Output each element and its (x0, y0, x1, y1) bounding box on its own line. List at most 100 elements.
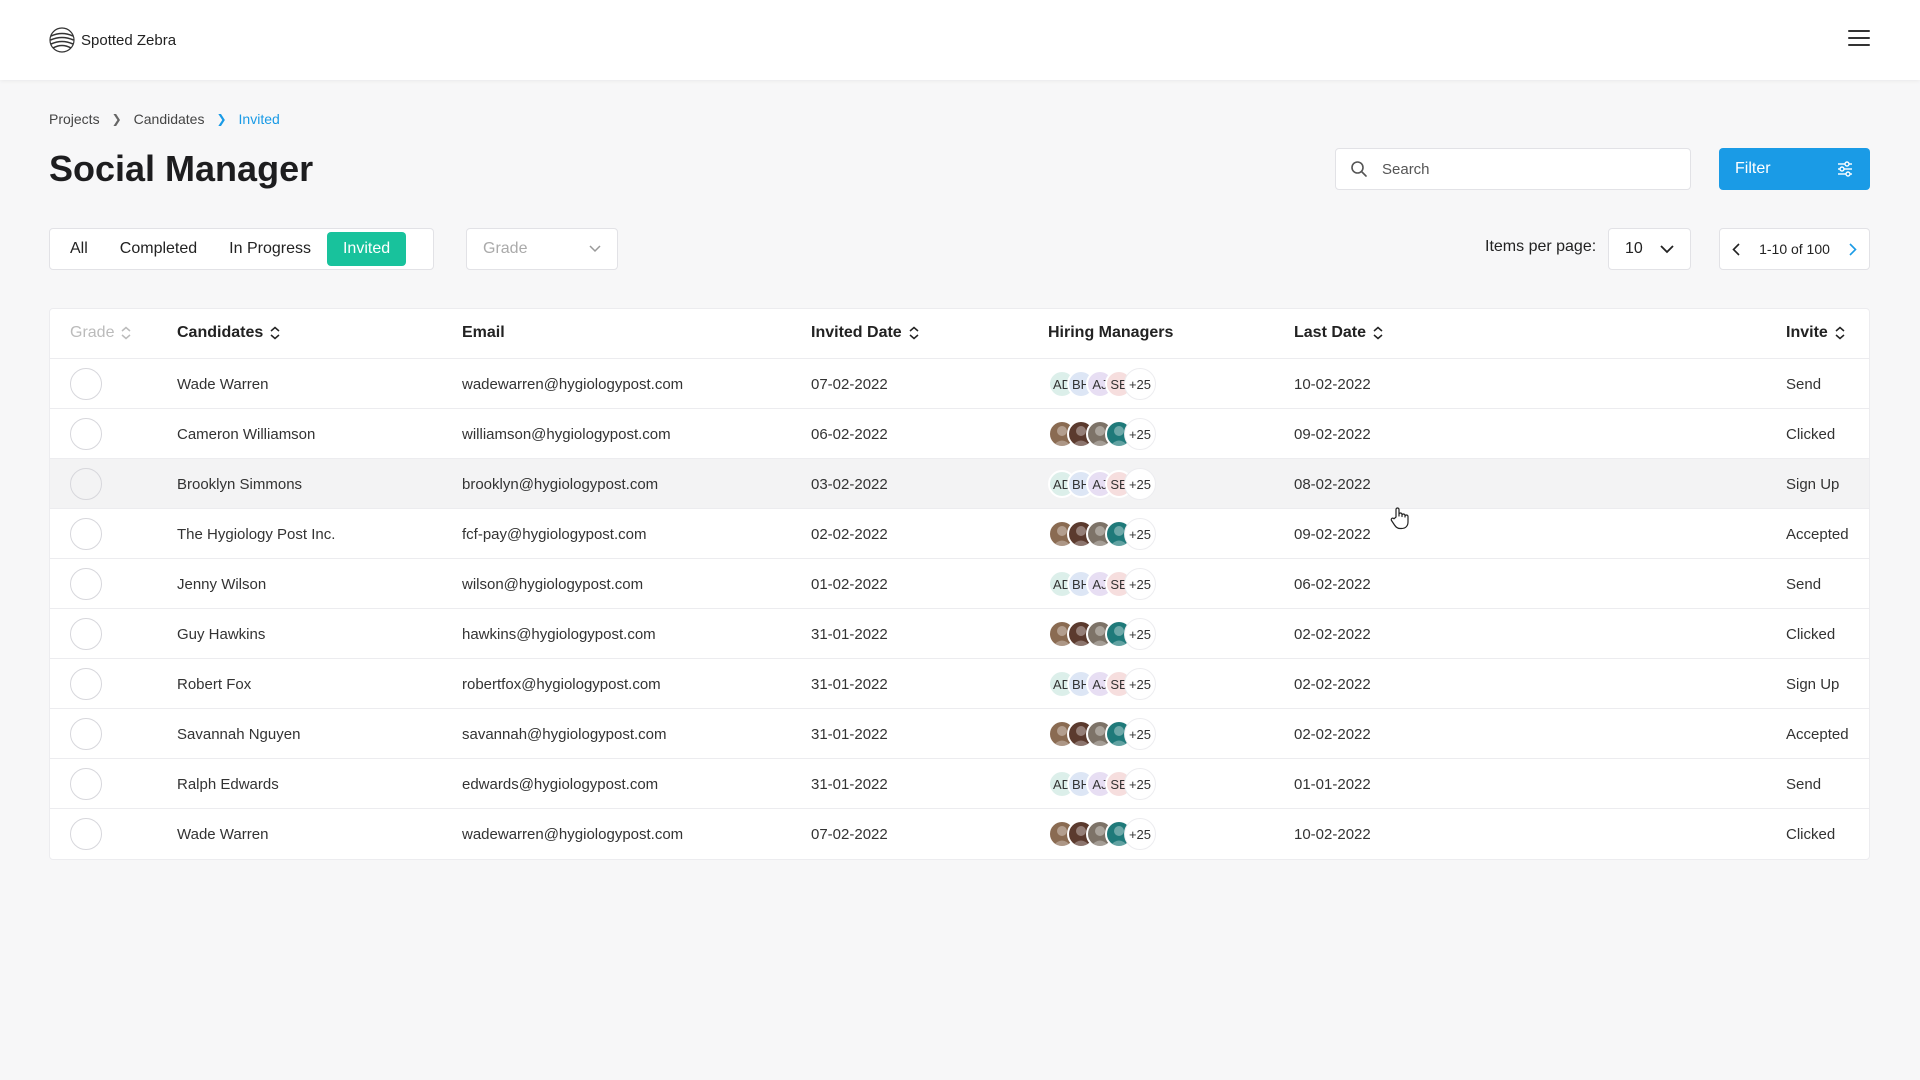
invite-status: Sign Up (1786, 475, 1840, 493)
more-managers-badge[interactable]: +25 (1124, 468, 1156, 500)
invited-date: 06-02-2022 (811, 425, 888, 443)
breadcrumb-invited[interactable]: Invited (239, 111, 280, 127)
more-managers-badge[interactable]: +25 (1124, 818, 1156, 850)
row-select-radio[interactable] (70, 718, 102, 750)
table-row[interactable]: Robert Fox robertfox@hygiologypost.com 3… (50, 659, 1869, 709)
column-header-invited-date[interactable]: Invited Date (811, 324, 920, 342)
more-managers-badge[interactable]: +25 (1124, 768, 1156, 800)
more-managers-badge[interactable]: +25 (1124, 418, 1156, 450)
invite-status: Sign Up (1786, 675, 1840, 693)
last-date: 02-02-2022 (1294, 675, 1371, 693)
last-date: 02-02-2022 (1294, 625, 1371, 643)
invited-date: 31-01-2022 (811, 775, 888, 793)
more-managers-badge[interactable]: +25 (1124, 518, 1156, 550)
row-select-radio[interactable] (70, 518, 102, 550)
column-header-candidates[interactable]: Candidates (177, 324, 281, 342)
invited-date: 31-01-2022 (811, 675, 888, 693)
row-select-radio[interactable] (70, 468, 102, 500)
candidate-name: The Hygiology Post Inc. (177, 525, 336, 543)
row-select-radio[interactable] (70, 768, 102, 800)
invite-status: Clicked (1786, 825, 1836, 843)
row-select-radio[interactable] (70, 568, 102, 600)
hiring-managers: +25 (1048, 609, 1156, 659)
avatar-group: +25 (1048, 818, 1156, 850)
last-date: 08-02-2022 (1294, 475, 1371, 493)
last-date: 10-02-2022 (1294, 375, 1371, 393)
table-row[interactable]: Ralph Edwards edwards@hygiologypost.com … (50, 759, 1869, 809)
table-row[interactable]: Guy Hawkins hawkins@hygiologypost.com 31… (50, 609, 1869, 659)
row-select-radio[interactable] (70, 618, 102, 650)
more-managers-badge[interactable]: +25 (1124, 568, 1156, 600)
column-header-invite[interactable]: Invite (1786, 324, 1846, 342)
row-select-radio[interactable] (70, 418, 102, 450)
more-managers-badge[interactable]: +25 (1124, 618, 1156, 650)
avatar-group: AD BH AJ SE +25 (1048, 668, 1156, 700)
avatar-group: +25 (1048, 618, 1156, 650)
hiring-managers: +25 (1048, 509, 1156, 559)
candidate-email: wadewarren@hygiologypost.com (462, 825, 684, 843)
chevron-down-icon (589, 245, 601, 253)
more-managers-badge[interactable]: +25 (1124, 718, 1156, 750)
sort-icon (270, 326, 280, 340)
column-header-email: Email (462, 324, 505, 342)
column-label: Hiring Managers (1048, 324, 1174, 341)
candidate-email: robertfox@hygiologypost.com (462, 675, 661, 693)
search-box[interactable] (1335, 148, 1691, 190)
table-row[interactable]: Cameron Williamson williamson@hygiologyp… (50, 409, 1869, 459)
last-date: 02-02-2022 (1294, 725, 1371, 743)
last-date: 06-02-2022 (1294, 575, 1371, 593)
table-row[interactable]: Savannah Nguyen savannah@hygiologypost.c… (50, 709, 1869, 759)
hamburger-menu-icon[interactable] (1848, 30, 1870, 50)
row-select-radio[interactable] (70, 818, 102, 850)
items-per-page-select[interactable]: 10 (1608, 228, 1691, 270)
search-input[interactable] (1382, 160, 1662, 178)
column-header-hiring-managers: Hiring Managers (1048, 324, 1173, 342)
candidate-name: Wade Warren (177, 375, 269, 393)
chevron-down-icon (1660, 244, 1674, 253)
invited-date: 31-01-2022 (811, 725, 888, 743)
table-row[interactable]: Wade Warren wadewarren@hygiologypost.com… (50, 809, 1869, 859)
prev-page-icon[interactable] (1732, 242, 1740, 256)
page-title: Social Manager (49, 148, 314, 189)
status-tabs: All Completed In Progress Invited (49, 228, 434, 270)
hiring-managers: AD BH AJ SE +25 (1048, 759, 1156, 809)
sliders-icon (1838, 161, 1852, 177)
candidates-table: Grade Candidates Email Invited Date Hiri… (49, 308, 1870, 860)
top-bar: Spotted Zebra (0, 0, 1920, 80)
column-label: Invite (1786, 324, 1828, 341)
candidate-email: savannah@hygiologypost.com (462, 725, 667, 743)
table-row[interactable]: Jenny Wilson wilson@hygiologypost.com 01… (50, 559, 1869, 609)
tab-completed[interactable]: Completed (104, 232, 213, 266)
tab-in-progress[interactable]: In Progress (213, 232, 327, 266)
breadcrumb-projects[interactable]: Projects (49, 111, 100, 127)
row-select-radio[interactable] (70, 668, 102, 700)
next-page-icon[interactable] (1849, 242, 1857, 256)
row-select-radio[interactable] (70, 368, 102, 400)
app-name: Spotted Zebra (81, 31, 177, 49)
chevron-right-icon: ❯ (111, 112, 122, 126)
candidate-name: Robert Fox (177, 675, 252, 693)
table-row[interactable]: Brooklyn Simmons brooklyn@hygiologypost.… (50, 459, 1869, 509)
table-row[interactable]: The Hygiology Post Inc. fcf-pay@hygiolog… (50, 509, 1869, 559)
breadcrumb-candidates[interactable]: Candidates (134, 111, 205, 127)
tab-invited[interactable]: Invited (326, 232, 407, 266)
grade-cell (70, 759, 102, 809)
tab-all[interactable]: All (54, 232, 104, 266)
logo[interactable]: Spotted Zebra (49, 27, 176, 53)
zebra-logo-icon (49, 27, 75, 53)
grade-select[interactable]: Grade (466, 228, 618, 270)
table-body: Wade Warren wadewarren@hygiologypost.com… (50, 359, 1869, 859)
hiring-managers: +25 (1048, 809, 1156, 859)
grade-cell (70, 559, 102, 609)
invite-status: Accepted (1786, 725, 1849, 743)
more-managers-badge[interactable]: +25 (1124, 368, 1156, 400)
table-row[interactable]: Wade Warren wadewarren@hygiologypost.com… (50, 359, 1869, 409)
table-header: Grade Candidates Email Invited Date Hiri… (50, 309, 1869, 359)
sort-icon (1835, 326, 1845, 340)
column-header-last-date[interactable]: Last Date (1294, 324, 1384, 342)
more-managers-badge[interactable]: +25 (1124, 668, 1156, 700)
filter-button[interactable]: Filter (1719, 148, 1870, 190)
column-header-grade[interactable]: Grade (70, 324, 132, 342)
column-label: Last Date (1294, 324, 1367, 341)
items-per-page-label: Items per page: (1485, 238, 1597, 255)
